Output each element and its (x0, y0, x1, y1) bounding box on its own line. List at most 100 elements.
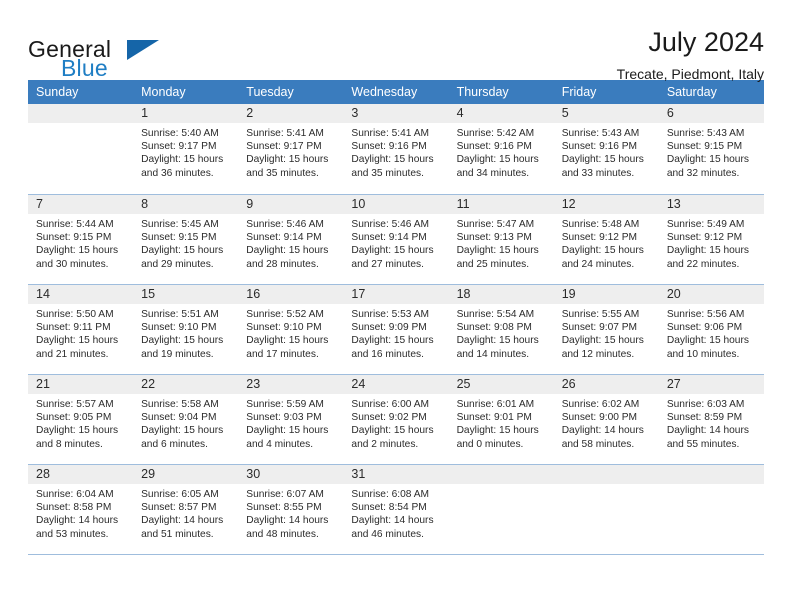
calendar-day-cell[interactable]: 28 Sunrise: 6:04 AM Sunset: 8:58 PM Dayligh… (28, 464, 134, 554)
day-daylight-1-text: Daylight: 15 hours (141, 425, 224, 437)
day-sunset-text: Sunset: 9:16 PM (561, 141, 638, 153)
calendar-day-cell[interactable]: 11 Sunrise: 5:47 AM Sunset: 9:13 PM Dayligh… (448, 194, 554, 284)
day-daylight-1-text: Daylight: 14 hours (561, 425, 644, 437)
calendar-day-cell[interactable]: 19 Sunrise: 5:55 AM Sunset: 9:07 PM Dayligh… (553, 284, 659, 374)
calendar-day-cell[interactable]: 27 Sunrise: 6:03 AM Sunset: 8:59 PM Dayligh… (658, 374, 764, 464)
calendar-day-cell[interactable]: 16 Sunrise: 5:52 AM Sunset: 9:10 PM Dayligh… (238, 284, 344, 374)
day-details (554, 484, 659, 488)
day-sunset-text: Sunset: 9:10 PM (246, 322, 322, 334)
calendar-day-cell[interactable]: 2 Sunrise: 5:41 AM Sunset: 9:17 PM Daylight… (238, 104, 344, 194)
day-details: Sunrise: 5:43 AM Sunset: 9:15 PM Daylight:… (659, 123, 764, 180)
calendar-day-cell[interactable]: 31 Sunrise: 6:08 AM Sunset: 8:54 PM Dayligh… (343, 464, 449, 554)
day-sunset-text: Sunset: 9:12 PM (666, 232, 743, 244)
day-details: Sunrise: 5:49 AM Sunset: 9:12 PM Daylight:… (659, 214, 764, 271)
calendar-week-row: 14 Sunrise: 5:50 AM Sunset: 9:11 PM Dayligh… (28, 284, 764, 374)
calendar-day-cell[interactable]: 13 Sunrise: 5:49 AM Sunset: 9:12 PM Dayligh… (658, 194, 764, 284)
day-number: 22 (133, 375, 239, 394)
day-sunrise-text: Sunrise: 6:08 AM (351, 489, 430, 500)
calendar-day-cell[interactable]: 21 Sunrise: 5:57 AM Sunset: 9:05 PM Dayligh… (28, 374, 134, 464)
day-number: 15 (133, 285, 239, 304)
calendar-day-cell[interactable]: 17 Sunrise: 5:53 AM Sunset: 9:09 PM Dayligh… (343, 284, 449, 374)
calendar-day-cell-inner: 28 Sunrise: 6:04 AM Sunset: 8:58 PM Dayligh… (28, 464, 134, 554)
day-sunset-text: Sunset: 9:16 PM (351, 141, 427, 153)
day-daylight-1-text: Daylight: 15 hours (456, 245, 539, 257)
day-sunset-text: Sunset: 9:06 PM (666, 322, 743, 334)
day-sunset-text: Sunset: 9:04 PM (141, 412, 217, 424)
day-sunset-text: Sunset: 8:55 PM (246, 502, 322, 514)
day-number: 5 (553, 104, 659, 123)
calendar-day-cell[interactable]: 1 Sunrise: 5:40 AM Sunset: 9:17 PM Daylight… (133, 104, 239, 194)
day-sunset-text: Sunset: 9:02 PM (351, 412, 427, 424)
day-number: 29 (133, 465, 239, 484)
day-sunrise-text: Sunrise: 5:45 AM (141, 219, 219, 230)
day-details: Sunrise: 5:58 AM Sunset: 9:04 PM Daylight:… (133, 394, 238, 451)
day-sunrise-text: Sunrise: 5:56 AM (666, 309, 745, 320)
calendar-bottom-border (28, 554, 764, 555)
day-daylight-1-text: Daylight: 15 hours (666, 245, 749, 257)
calendar-day-cell-inner: 17 Sunrise: 5:53 AM Sunset: 9:09 PM Dayligh… (343, 284, 449, 374)
general-blue-logo: General Blue (28, 28, 218, 81)
day-daylight-2-text: and 4 minutes. (246, 438, 314, 450)
day-daylight-2-text: and 32 minutes. (666, 167, 740, 179)
calendar-day-cell-inner: 25 Sunrise: 6:01 AM Sunset: 9:01 PM Dayligh… (448, 374, 554, 464)
calendar-day-cell[interactable]: 30 Sunrise: 6:07 AM Sunset: 8:55 PM Dayligh… (238, 464, 344, 554)
day-daylight-2-text: and 10 minutes. (666, 348, 740, 360)
calendar-day-cell-inner: 21 Sunrise: 5:57 AM Sunset: 9:05 PM Dayligh… (28, 374, 134, 464)
calendar-day-cell[interactable]: 12 Sunrise: 5:48 AM Sunset: 9:12 PM Dayligh… (553, 194, 659, 284)
day-sunrise-text: Sunrise: 6:00 AM (351, 399, 430, 410)
day-daylight-2-text: and 14 minutes. (456, 348, 530, 360)
day-daylight-2-text: and 46 minutes. (351, 528, 424, 540)
day-sunset-text: Sunset: 9:17 PM (246, 141, 322, 153)
day-sunrise-text: Sunrise: 5:48 AM (561, 219, 640, 230)
calendar-day-cell[interactable]: 24 Sunrise: 6:00 AM Sunset: 9:02 PM Dayligh… (343, 374, 449, 464)
day-daylight-2-text: and 0 minutes. (456, 438, 524, 450)
day-details: Sunrise: 5:50 AM Sunset: 9:11 PM Daylight:… (28, 304, 133, 361)
day-details: Sunrise: 5:56 AM Sunset: 9:06 PM Daylight:… (659, 304, 764, 361)
day-daylight-2-text: and 19 minutes. (141, 348, 214, 360)
calendar-day-cell[interactable]: 25 Sunrise: 6:01 AM Sunset: 9:01 PM Dayligh… (448, 374, 554, 464)
day-daylight-1-text: Daylight: 15 hours (141, 335, 224, 347)
calendar-day-cell[interactable]: 22 Sunrise: 5:58 AM Sunset: 9:04 PM Dayligh… (133, 374, 239, 464)
calendar-day-cell[interactable]: 23 Sunrise: 5:59 AM Sunset: 9:03 PM Dayligh… (238, 374, 344, 464)
calendar-day-cell[interactable]: 3 Sunrise: 5:41 AM Sunset: 9:16 PM Daylight… (343, 104, 449, 194)
day-daylight-1-text: Daylight: 15 hours (246, 245, 329, 257)
calendar-day-cell[interactable]: 18 Sunrise: 5:54 AM Sunset: 9:08 PM Dayligh… (448, 284, 554, 374)
day-daylight-1-text: Daylight: 15 hours (36, 425, 119, 437)
day-details: Sunrise: 5:55 AM Sunset: 9:07 PM Daylight:… (554, 304, 659, 361)
day-number: 28 (28, 465, 134, 484)
day-sunrise-text: Sunrise: 5:59 AM (246, 399, 324, 410)
day-sunrise-text: Sunrise: 6:04 AM (36, 489, 114, 500)
day-daylight-1-text: Daylight: 15 hours (561, 335, 644, 347)
day-details: Sunrise: 6:07 AM Sunset: 8:55 PM Daylight:… (238, 484, 343, 541)
day-number: 30 (238, 465, 344, 484)
day-sunrise-text: Sunrise: 5:41 AM (246, 128, 324, 139)
day-daylight-2-text: and 36 minutes. (141, 167, 214, 179)
day-daylight-1-text: Daylight: 14 hours (141, 515, 224, 527)
calendar-day-cell[interactable]: 6 Sunrise: 5:43 AM Sunset: 9:15 PM Daylight… (658, 104, 764, 194)
calendar-day-cell[interactable]: 20 Sunrise: 5:56 AM Sunset: 9:06 PM Dayligh… (658, 284, 764, 374)
calendar-day-cell[interactable]: 26 Sunrise: 6:02 AM Sunset: 9:00 PM Dayligh… (553, 374, 659, 464)
weekday-header-monday: Monday (133, 80, 239, 104)
calendar-day-cell[interactable]: 29 Sunrise: 6:05 AM Sunset: 8:57 PM Dayligh… (133, 464, 239, 554)
calendar-day-cell[interactable]: 9 Sunrise: 5:46 AM Sunset: 9:14 PM Daylight… (238, 194, 344, 284)
weekday-header-sunday: Sunday (28, 80, 134, 104)
day-daylight-1-text: Daylight: 15 hours (351, 245, 434, 257)
calendar-day-cell[interactable]: 10 Sunrise: 5:46 AM Sunset: 9:14 PM Dayligh… (343, 194, 449, 284)
day-daylight-1-text: Daylight: 15 hours (351, 425, 434, 437)
calendar-day-cell-inner: 2 Sunrise: 5:41 AM Sunset: 9:17 PM Daylight… (238, 104, 344, 194)
calendar-day-cell[interactable]: 5 Sunrise: 5:43 AM Sunset: 9:16 PM Daylight… (553, 104, 659, 194)
calendar-day-cell[interactable]: 7 Sunrise: 5:44 AM Sunset: 9:15 PM Daylight… (28, 194, 134, 284)
day-sunset-text: Sunset: 9:15 PM (141, 232, 217, 244)
calendar-day-cell[interactable]: 14 Sunrise: 5:50 AM Sunset: 9:11 PM Dayligh… (28, 284, 134, 374)
day-number: 8 (133, 195, 239, 214)
calendar-day-cell-inner: 20 Sunrise: 5:56 AM Sunset: 9:06 PM Dayligh… (658, 284, 764, 374)
calendar-day-cell-inner (28, 104, 134, 194)
day-daylight-1-text: Daylight: 15 hours (456, 154, 539, 166)
calendar-day-cell[interactable]: 8 Sunrise: 5:45 AM Sunset: 9:15 PM Daylight… (133, 194, 239, 284)
calendar-day-cell-inner: 19 Sunrise: 5:55 AM Sunset: 9:07 PM Dayligh… (553, 284, 659, 374)
calendar-day-cell[interactable]: 4 Sunrise: 5:42 AM Sunset: 9:16 PM Daylight… (448, 104, 554, 194)
page-header: General Blue July 2024 Trecate, Piedmont… (28, 0, 764, 83)
day-sunrise-text: Sunrise: 5:43 AM (666, 128, 745, 139)
calendar-day-cell[interactable]: 15 Sunrise: 5:51 AM Sunset: 9:10 PM Dayligh… (133, 284, 239, 374)
day-daylight-2-text: and 28 minutes. (246, 258, 319, 270)
